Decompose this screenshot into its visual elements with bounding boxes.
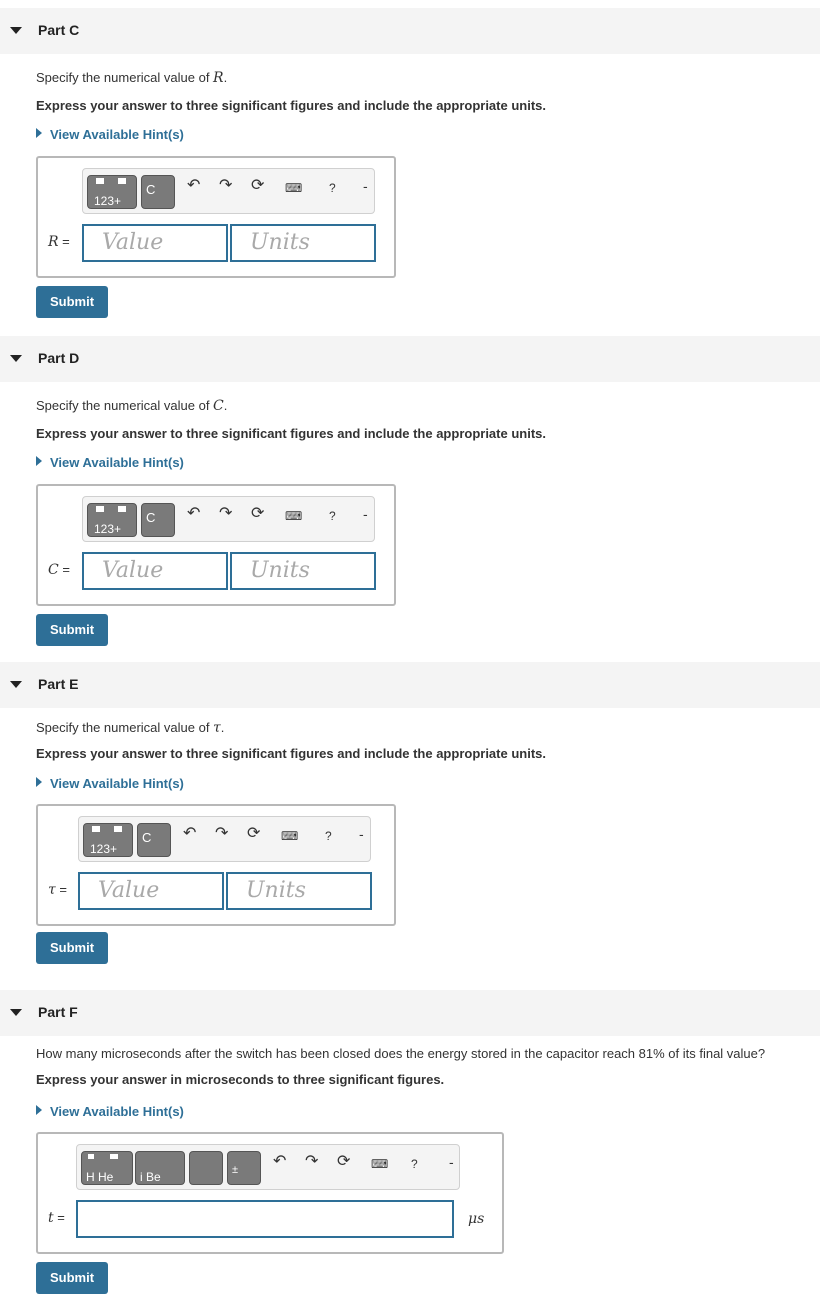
part-c: Part C Specify the numerical value of R.… bbox=[0, 8, 820, 328]
undo-icon[interactable]: ↶ bbox=[273, 1153, 286, 1171]
templates-button[interactable]: 123+ bbox=[87, 503, 137, 537]
toolbar-separator: - bbox=[363, 178, 368, 194]
part-title: Part C bbox=[38, 22, 80, 38]
greek-button[interactable]: i Be bbox=[135, 1151, 185, 1185]
question-prompt: How many microseconds after the switch h… bbox=[36, 1046, 766, 1061]
reset-icon[interactable]: ⟳ bbox=[247, 825, 260, 843]
submit-button[interactable]: Submit bbox=[36, 614, 108, 646]
view-hints-link[interactable]: View Available Hint(s) bbox=[36, 776, 184, 791]
plus-minus-button[interactable]: ± bbox=[227, 1151, 261, 1185]
answer-instruction: Express your answer to three significant… bbox=[36, 746, 546, 761]
view-hints-link[interactable]: View Available Hint(s) bbox=[36, 455, 184, 470]
part-c-header[interactable]: Part C bbox=[0, 8, 820, 54]
answer-instruction: Express your answer to three significant… bbox=[36, 426, 546, 441]
question-prompt: Specify the numerical value of R. bbox=[36, 70, 228, 86]
collapse-caret-icon[interactable] bbox=[10, 27, 22, 34]
answer-instruction: Express your answer in microseconds to t… bbox=[36, 1072, 445, 1087]
help-icon[interactable]: ? bbox=[329, 179, 336, 197]
part-e-header[interactable]: Part E bbox=[0, 662, 820, 708]
reset-icon[interactable]: ⟳ bbox=[337, 1153, 350, 1171]
expand-triangle-icon bbox=[36, 456, 42, 466]
answer-box: 123+ C ↶ ↷ ⟳ ⌨ ? - R = Value Units bbox=[36, 156, 396, 278]
symbols-button[interactable]: C bbox=[141, 503, 175, 537]
part-title: Part D bbox=[38, 350, 80, 366]
units-input[interactable]: Units bbox=[230, 224, 376, 262]
part-e: Part E Specify the numerical value of τ.… bbox=[0, 662, 820, 982]
expand-triangle-icon bbox=[36, 1105, 42, 1115]
expand-triangle-icon bbox=[36, 128, 42, 138]
part-title: Part E bbox=[38, 676, 79, 692]
toolbar-separator: - bbox=[363, 506, 368, 522]
part-title: Part F bbox=[38, 1004, 78, 1020]
view-hints-link[interactable]: View Available Hint(s) bbox=[36, 127, 184, 142]
part-d-header[interactable]: Part D bbox=[0, 336, 820, 382]
vector-button[interactable] bbox=[189, 1151, 223, 1185]
units-input[interactable]: Units bbox=[226, 872, 372, 910]
answer-input[interactable] bbox=[76, 1200, 454, 1238]
keyboard-icon[interactable]: ⌨ bbox=[371, 1155, 388, 1173]
collapse-caret-icon[interactable] bbox=[10, 355, 22, 362]
collapse-caret-icon[interactable] bbox=[10, 681, 22, 688]
submit-button[interactable]: Submit bbox=[36, 286, 108, 318]
templates-button[interactable]: 123+ bbox=[87, 175, 137, 209]
undo-icon[interactable]: ↶ bbox=[187, 505, 200, 523]
keyboard-icon[interactable]: ⌨ bbox=[285, 179, 302, 197]
help-icon[interactable]: ? bbox=[411, 1155, 418, 1173]
part-d: Part D Specify the numerical value of C.… bbox=[0, 336, 820, 656]
variable-label: C = bbox=[48, 562, 70, 578]
expand-triangle-icon bbox=[36, 777, 42, 787]
reset-icon[interactable]: ⟳ bbox=[251, 177, 264, 195]
answer-box: H He i Be ± ↶ ↷ ⟳ ⌨ ? - t = μs bbox=[36, 1132, 504, 1254]
answer-instruction: Express your answer to three significant… bbox=[36, 98, 546, 113]
question-prompt: Specify the numerical value of C. bbox=[36, 398, 228, 414]
value-input[interactable]: Value bbox=[82, 552, 228, 590]
view-hints-link[interactable]: View Available Hint(s) bbox=[36, 1104, 184, 1119]
submit-button[interactable]: Submit bbox=[36, 1262, 108, 1294]
variable-label: R = bbox=[48, 234, 70, 250]
part-f-header[interactable]: Part F bbox=[0, 990, 820, 1036]
collapse-caret-icon[interactable] bbox=[10, 1009, 22, 1016]
reset-icon[interactable]: ⟳ bbox=[251, 505, 264, 523]
unit-label: μs bbox=[468, 1211, 485, 1227]
toolbar-separator: - bbox=[449, 1154, 454, 1170]
symbols-button[interactable]: C bbox=[141, 175, 175, 209]
variable-label: τ = bbox=[48, 882, 67, 898]
math-toolbar: 123+ C ↶ ↷ ⟳ ⌨ ? - bbox=[78, 816, 371, 862]
help-icon[interactable]: ? bbox=[325, 827, 332, 845]
value-input[interactable]: Value bbox=[78, 872, 224, 910]
answer-box: 123+ C ↶ ↷ ⟳ ⌨ ? - τ = Value Units bbox=[36, 804, 396, 926]
math-toolbar: H He i Be ± ↶ ↷ ⟳ ⌨ ? - bbox=[76, 1144, 460, 1190]
part-f: Part F How many microseconds after the s… bbox=[0, 990, 820, 1316]
submit-button[interactable]: Submit bbox=[36, 932, 108, 964]
keyboard-icon[interactable]: ⌨ bbox=[281, 827, 298, 845]
symbols-button[interactable]: C bbox=[137, 823, 171, 857]
help-icon[interactable]: ? bbox=[329, 507, 336, 525]
math-toolbar: 123+ C ↶ ↷ ⟳ ⌨ ? - bbox=[82, 496, 375, 542]
question-prompt: Specify the numerical value of τ. bbox=[36, 720, 225, 736]
redo-icon[interactable]: ↷ bbox=[215, 825, 228, 843]
redo-icon[interactable]: ↷ bbox=[305, 1153, 318, 1171]
units-input[interactable]: Units bbox=[230, 552, 376, 590]
toolbar-separator: - bbox=[359, 826, 364, 842]
answer-box: 123+ C ↶ ↷ ⟳ ⌨ ? - C = Value Units bbox=[36, 484, 396, 606]
templates-button[interactable]: H He bbox=[81, 1151, 133, 1185]
value-input[interactable]: Value bbox=[82, 224, 228, 262]
redo-icon[interactable]: ↷ bbox=[219, 505, 232, 523]
undo-icon[interactable]: ↶ bbox=[183, 825, 196, 843]
keyboard-icon[interactable]: ⌨ bbox=[285, 507, 302, 525]
templates-button[interactable]: 123+ bbox=[83, 823, 133, 857]
math-toolbar: 123+ C ↶ ↷ ⟳ ⌨ ? - bbox=[82, 168, 375, 214]
variable-label: t = bbox=[48, 1210, 65, 1226]
undo-icon[interactable]: ↶ bbox=[187, 177, 200, 195]
redo-icon[interactable]: ↷ bbox=[219, 177, 232, 195]
